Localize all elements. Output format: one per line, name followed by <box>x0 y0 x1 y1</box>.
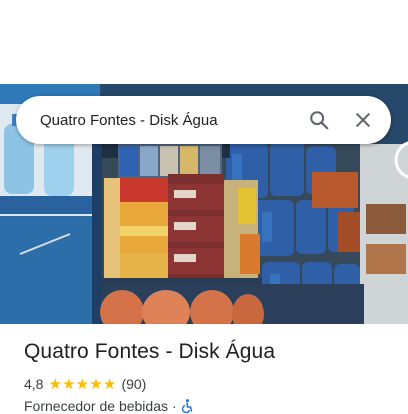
search-button[interactable] <box>297 98 341 142</box>
wheelchair-icon <box>181 399 192 413</box>
rating-row[interactable]: 4,8 ★ ★ ★ ★ ★ (90) <box>24 375 146 393</box>
rating-value: 4,8 <box>24 376 44 392</box>
close-icon <box>356 113 370 127</box>
star-icon: ★ <box>48 375 62 393</box>
close-button[interactable] <box>341 98 385 142</box>
star-icon: ★ <box>89 375 103 393</box>
star-icon: ★ <box>75 375 90 393</box>
star-rating: ★ ★ ★ ★ ★ <box>48 377 116 392</box>
top-blank-area <box>0 0 408 84</box>
place-category: Fornecedor de bebidas <box>24 398 168 414</box>
review-count[interactable]: (90) <box>121 376 146 392</box>
star-icon: ★ <box>102 375 117 393</box>
separator: · <box>172 398 177 414</box>
search-icon <box>310 111 329 130</box>
star-icon: ★ <box>62 375 76 393</box>
place-title: Quatro Fontes - Disk Água <box>24 340 276 363</box>
search-input[interactable]: Quatro Fontes - Disk Água <box>16 112 297 129</box>
category-row: Fornecedor de bebidas · <box>24 398 193 414</box>
search-bar[interactable]: Quatro Fontes - Disk Água <box>16 96 391 144</box>
